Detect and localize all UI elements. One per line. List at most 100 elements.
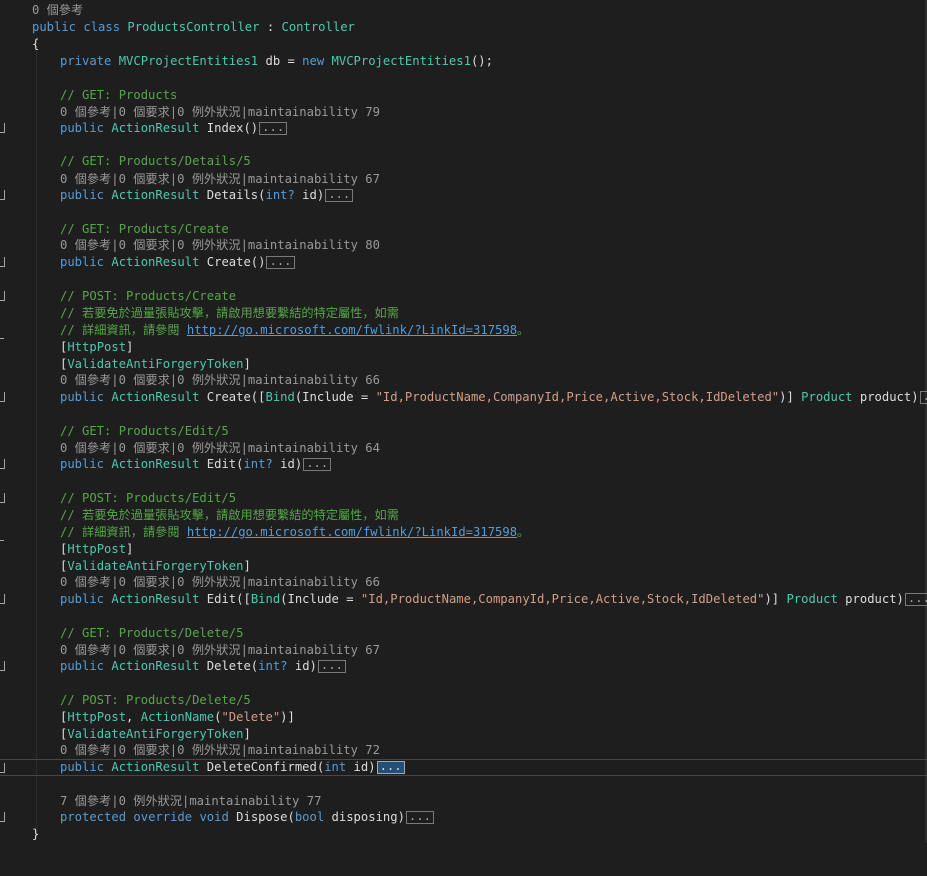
keyword: public (32, 20, 77, 34)
code-text: )] (779, 390, 802, 404)
collapsed-block[interactable]: ... (317, 659, 346, 673)
type-name: MVCProjectEntities1 (118, 54, 259, 68)
codelens-class-refs[interactable]: 0 個參考 (32, 2, 83, 19)
type-name: ActionResult (111, 760, 200, 774)
codelens-delete-confirmed[interactable]: 0 個參考|0 個要求|0 例外狀況|maintainability 72 (60, 742, 380, 759)
attribute: ValidateAntiForgeryToken (67, 357, 244, 371)
current-line: public ActionResult DeleteConfirmed(int … (0, 759, 927, 776)
keyword: public (60, 457, 105, 471)
collapsed-block[interactable]: ... (266, 255, 295, 269)
type-name: ActionResult (111, 390, 200, 404)
outline-collapse-marker[interactable] (0, 257, 5, 267)
type-name: ActionResult (111, 659, 200, 673)
class-name: ProductsController (127, 20, 260, 34)
method-name: Delete( (206, 659, 259, 673)
code-line: [ValidateAntiForgeryToken] (0, 356, 927, 373)
collapsed-block[interactable]: ... (325, 188, 354, 202)
codelens-edit[interactable]: 0 個參考|0 個要求|0 例外狀況|maintainability 64 (60, 440, 380, 457)
code-editor[interactable]: 0 個參考 public class ProductsController : … (0, 0, 927, 843)
code-line: // 若要免於過量張貼攻擊，請啟用想要繫結的特定屬性，如需 (0, 507, 927, 524)
code-line: [HttpPost] (0, 339, 927, 356)
type-name: ActionResult (111, 121, 200, 135)
keyword: public (60, 659, 105, 673)
keyword: bool (294, 810, 325, 824)
code-text: id) (272, 457, 303, 471)
code-text: )] (280, 710, 295, 724)
code-text: ] (126, 340, 134, 354)
keyword: public (60, 188, 105, 202)
comment: // GET: Products/Edit/5 (60, 424, 229, 438)
comment: // GET: Products/Delete/5 (60, 626, 244, 640)
comment: // POST: Products/Delete/5 (60, 693, 251, 707)
code-line: [ValidateAntiForgeryToken] (0, 558, 927, 575)
codelens-edit-post[interactable]: 0 個參考|0 個要求|0 例外狀況|maintainability 66 (60, 574, 380, 591)
attribute: ValidateAntiForgeryToken (67, 559, 244, 573)
outline-collapse-marker[interactable] (0, 812, 5, 822)
collapsed-block-selected[interactable]: ... (376, 760, 405, 774)
outline-collapse-marker[interactable] (0, 291, 5, 301)
codelens-delete[interactable]: 0 個參考|0 個要求|0 例外狀況|maintainability 67 (60, 642, 380, 659)
code-text: db = (258, 54, 303, 68)
codelens-details[interactable]: 0 個參考|0 個要求|0 例外狀況|maintainability 67 (60, 171, 380, 188)
keyword: override (133, 810, 193, 824)
code-text: ] (126, 542, 134, 556)
codelens-line: 0 個參考|0 個要求|0 例外狀況|maintainability 80 (0, 237, 927, 254)
code-line: // 若要免於過量張貼攻擊，請啟用想要繫結的特定屬性，如需 (0, 305, 927, 322)
codelens-create-post[interactable]: 0 個參考|0 個要求|0 例外狀況|maintainability 66 (60, 372, 380, 389)
code-text: ] (243, 357, 251, 371)
keyword: int? (265, 188, 295, 202)
method-name: Edit( (206, 457, 244, 471)
outline-collapse-marker[interactable] (0, 493, 5, 503)
code-line: public class ProductsController : Contro… (0, 19, 927, 36)
attribute: ActionName (140, 710, 215, 724)
collapsed-block[interactable]: ... (259, 121, 288, 135)
code-line: { (0, 36, 927, 53)
method-name: Index() (206, 121, 259, 135)
fwlink-link[interactable]: http://go.microsoft.com/fwlink/?LinkId=3… (187, 525, 517, 539)
codelens-index[interactable]: 0 個參考|0 個要求|0 例外狀況|maintainability 79 (60, 104, 380, 121)
attribute: HttpPost (67, 542, 127, 556)
outline-collapse-marker[interactable] (0, 459, 5, 469)
codelens-create[interactable]: 0 個參考|0 個要求|0 例外狀況|maintainability 80 (60, 237, 380, 254)
code-text: , (126, 710, 141, 724)
keyword: protected (60, 810, 127, 824)
method-name: Details( (206, 188, 266, 202)
outline-collapse-marker[interactable] (0, 763, 5, 773)
outline-collapse-marker[interactable] (0, 661, 5, 671)
type-name: ActionResult (111, 592, 200, 606)
collapsed-block[interactable]: ... (405, 810, 434, 824)
keyword: int? (258, 659, 288, 673)
code-line: // GET: Products/Delete/5 (0, 625, 927, 642)
codelens-line: 0 個參考|0 個要求|0 例外狀況|maintainability 66 (0, 372, 927, 389)
outline-collapse-marker[interactable] (0, 392, 5, 402)
keyword: public (60, 592, 105, 606)
keyword: private (60, 54, 112, 68)
code-line: public ActionResult Delete(int? id)... (0, 658, 927, 675)
codelens-dispose[interactable]: 7 個參考|0 例外狀況|maintainability 77 (60, 793, 321, 810)
comment: // POST: Products/Edit/5 (60, 491, 237, 505)
keyword: void (199, 810, 229, 824)
outline-collapse-marker[interactable] (0, 594, 5, 604)
codelens-line: 0 個參考|0 個要求|0 例外狀況|maintainability 67 (0, 642, 927, 659)
outline-collapse-marker[interactable] (0, 190, 5, 200)
code-line: [HttpPost] (0, 541, 927, 558)
code-line: public ActionResult Create()... (0, 254, 927, 271)
code-line: // GET: Products/Create (0, 221, 927, 238)
comment: // 詳細資訊，請參閱 (60, 525, 187, 539)
attribute: HttpPost (67, 710, 127, 724)
code-line: public ActionResult Index()... (0, 120, 927, 137)
type-name: MVCProjectEntities1 (331, 54, 471, 68)
attribute: Bind (265, 390, 295, 404)
code-line: public ActionResult Edit(int? id)... (0, 456, 927, 473)
keyword: int? (243, 457, 273, 471)
code-text: id) (346, 760, 376, 774)
method-name: Create() (206, 255, 266, 269)
outline-collapse-marker[interactable] (0, 123, 5, 133)
keyword: public (60, 390, 105, 404)
collapsed-block[interactable]: ... (303, 457, 332, 471)
collapsed-block[interactable]: ... (904, 592, 927, 606)
collapsed-block[interactable]: ... (919, 390, 927, 404)
fwlink-link[interactable]: http://go.microsoft.com/fwlink/?LinkId=3… (187, 323, 517, 337)
attribute: Bind (250, 592, 281, 606)
comment: 。 (517, 323, 530, 337)
